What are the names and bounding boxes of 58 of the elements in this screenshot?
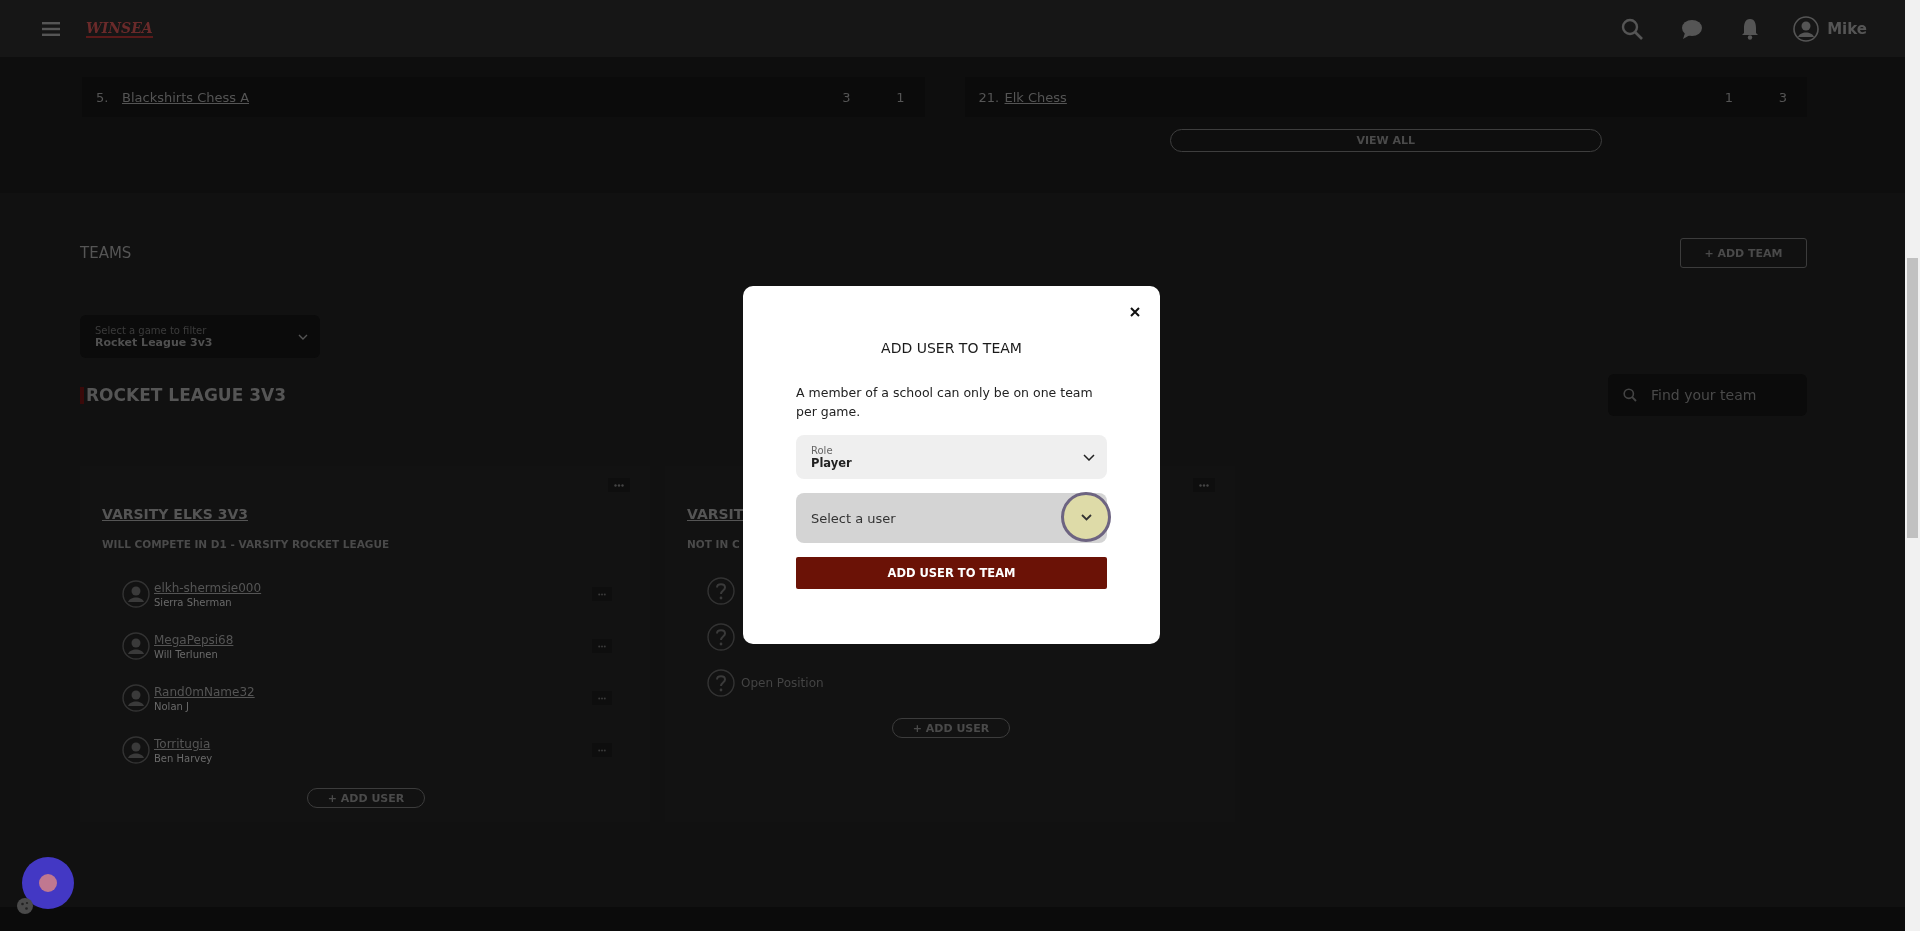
team-division: WILL COMPETE IN D1 - VARSITY ROCKET LEAGUE (102, 538, 391, 550)
section-title: TEAMS (80, 244, 132, 262)
username-link[interactable]: MegaPepsi68 (154, 632, 234, 647)
username-link[interactable]: Rand0mName32 (154, 684, 255, 699)
ellipsis-icon (598, 696, 606, 700)
question-mark-icon (707, 577, 735, 605)
add-team-button[interactable]: + ADD TEAM (1680, 238, 1807, 268)
ellipsis-icon (1199, 483, 1209, 487)
role-select[interactable]: Role Player (796, 435, 1107, 479)
chevron-down-icon (1083, 453, 1095, 461)
add-user-to-team-button[interactable]: ADD USER TO TEAM (796, 557, 1107, 589)
stat-value: 3 (1777, 89, 1787, 105)
close-icon[interactable] (1130, 307, 1140, 317)
game-heading: ROCKET LEAGUE 3V3 (86, 385, 287, 405)
team-name-link[interactable]: VARSITY ELKS 3V3 (102, 506, 630, 522)
search-icon (1623, 388, 1637, 402)
team-search-field[interactable]: Find your team (1608, 374, 1807, 416)
more-options-button[interactable] (1193, 478, 1215, 492)
team-division: NOT IN C (687, 538, 741, 550)
scrollbar[interactable] (1905, 0, 1920, 931)
dialog-title: ADD USER TO TEAM (881, 340, 1022, 356)
member-name: Sierra Sherman (154, 596, 233, 608)
user-avatar-icon[interactable] (1793, 15, 1820, 42)
accent-bar (80, 386, 84, 404)
search-icon[interactable] (1621, 17, 1644, 40)
stat-value: 1 (895, 89, 905, 105)
user-name[interactable]: Mike (1827, 19, 1867, 38)
user-avatar-icon (122, 580, 150, 608)
member-name: Nolan J (154, 700, 190, 712)
logo[interactable]: WINSEA (86, 19, 153, 38)
user-avatar-icon (122, 684, 150, 712)
user-avatar-icon (122, 632, 150, 660)
question-mark-icon (707, 623, 735, 651)
ellipsis-icon (598, 748, 606, 752)
chat-bubble-icon[interactable] (1681, 18, 1704, 39)
dialog-description: A member of a school can only be on one team per game. (796, 384, 1094, 421)
stat-value: 3 (841, 89, 851, 105)
ellipsis-icon (598, 592, 606, 596)
rank-number: 5. (96, 89, 110, 105)
member-name: Ben Harvey (154, 752, 213, 764)
username-link[interactable]: elkh-shermsie000 (154, 580, 262, 595)
menu-icon[interactable] (42, 21, 60, 36)
more-options-button[interactable] (608, 478, 630, 492)
username-link[interactable]: Torritugia (154, 736, 213, 751)
user-avatar-icon (122, 736, 150, 764)
ellipsis-icon (614, 483, 624, 487)
member-name: Will Terlunen (154, 648, 219, 660)
question-mark-icon (707, 669, 735, 697)
rank-number: 21. (978, 89, 1001, 105)
chevron-down-icon (1080, 513, 1092, 521)
team-link[interactable]: Blackshirts Chess A (122, 89, 797, 105)
chat-widget-button[interactable] (22, 857, 74, 909)
bell-icon[interactable] (1741, 17, 1760, 40)
team-link[interactable]: Elk Chess (1004, 89, 1679, 105)
ellipsis-icon (598, 644, 606, 648)
chevron-down-icon (298, 333, 308, 340)
stat-value: 1 (1723, 89, 1733, 105)
cookie-icon[interactable] (17, 898, 33, 914)
